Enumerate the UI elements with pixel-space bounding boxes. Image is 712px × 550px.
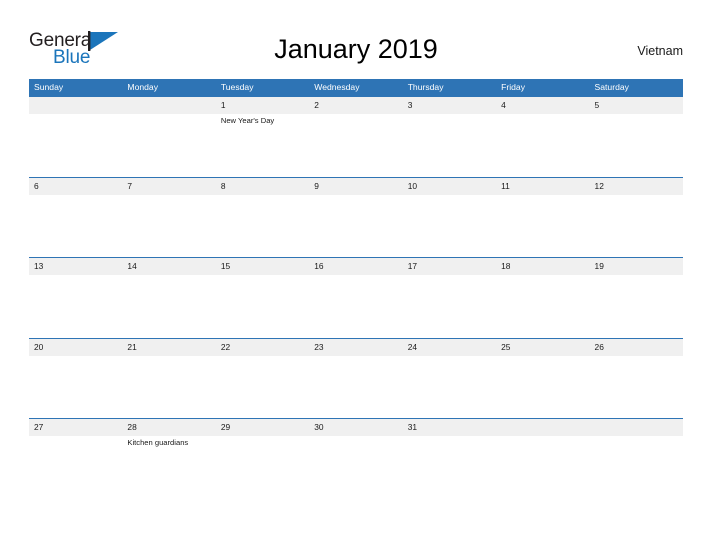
- day-number: 7: [127, 180, 133, 191]
- day-cell-25[interactable]: 25: [496, 339, 589, 419]
- calendar-grid: Sunday Monday Tuesday Wednesday Thursday Frid…: [29, 79, 683, 499]
- day-number: 1: [220, 100, 226, 110]
- weekday-header-friday: Friday: [501, 82, 525, 92]
- day-number: 31: [407, 422, 418, 432]
- day-number: 9: [314, 180, 319, 191]
- week-cells: 13 14 15 16 17 18 19: [29, 258, 683, 338]
- day-cell-17[interactable]: 17: [403, 258, 496, 338]
- event-item: New Year's Day: [220, 116, 275, 125]
- day-cell-empty: [496, 419, 589, 499]
- weekday-header-monday: Monday: [127, 82, 158, 92]
- page-header: General Blue January 2019 Vietnam: [0, 0, 712, 79]
- day-cell-empty: [122, 97, 215, 177]
- day-cell-27[interactable]: 27: [29, 419, 122, 499]
- day-cell-14[interactable]: 14: [122, 258, 215, 338]
- day-cell-6[interactable]: 6: [29, 178, 122, 258]
- day-number: 4: [501, 100, 506, 110]
- week-row: 27 28 Kitchen guardians 29 30 31: [29, 418, 683, 499]
- week-row: 13 14 15 16 17 18 19: [29, 257, 683, 338]
- weekday-header-saturday: Saturday: [594, 82, 629, 92]
- day-number: [127, 97, 215, 114]
- day-number: 15: [220, 261, 231, 271]
- week-row: 6 7 8 9 10 11 12: [29, 176, 683, 258]
- day-number: 24: [407, 341, 418, 352]
- day-cell-12[interactable]: 12: [590, 178, 683, 258]
- day-number: 25: [501, 341, 511, 352]
- country-label: Vietnam: [637, 44, 683, 58]
- day-cell-28[interactable]: 28 Kitchen guardians: [122, 419, 215, 499]
- day-cell-16[interactable]: 16: [309, 258, 402, 338]
- weekday-header-row: Sunday Monday Tuesday Wednesday Thursday Frid…: [29, 79, 683, 96]
- week-cells: 1 New Year's Day 2 3 4 5: [29, 97, 683, 177]
- page-title: January 2019: [274, 34, 438, 64]
- day-cell-empty: [590, 419, 683, 499]
- day-number: 28: [127, 422, 137, 432]
- day-number: 21: [127, 341, 137, 352]
- day-cell-5[interactable]: 5: [590, 97, 683, 177]
- day-number: 10: [407, 180, 418, 191]
- day-number: 13: [34, 261, 44, 271]
- week-row: 1 New Year's Day 2 3 4 5: [29, 96, 683, 177]
- day-cell-31[interactable]: 31: [403, 419, 496, 499]
- day-cell-7[interactable]: 7: [122, 178, 215, 258]
- day-cell-1[interactable]: 1 New Year's Day: [216, 97, 309, 177]
- day-number: 20: [34, 341, 44, 352]
- week-rows-container: 1 New Year's Day 2 3 4 5 6 7 8 9 10 11 12 13 14 15 16 17 1…: [29, 96, 683, 499]
- day-cell-20[interactable]: 20: [29, 339, 122, 419]
- day-cell-21[interactable]: 21: [122, 339, 215, 419]
- day-cell-22[interactable]: 22: [216, 339, 309, 419]
- day-cell-15[interactable]: 15: [216, 258, 309, 338]
- day-number: 14: [127, 261, 137, 271]
- day-cell-18[interactable]: 18: [496, 258, 589, 338]
- day-cell-13[interactable]: 13: [29, 258, 122, 338]
- day-number: 30: [314, 422, 324, 432]
- day-cell-24[interactable]: 24: [403, 339, 496, 419]
- day-cell-8[interactable]: 8: [216, 178, 309, 258]
- event-item: Kitchen guardians: [127, 438, 189, 447]
- day-number: 8: [220, 180, 226, 191]
- week-cells: 6 7 8 9 10 11 12: [29, 178, 683, 258]
- day-number: 2: [314, 100, 319, 110]
- week-cells: 20 21 22 23 24 25 26: [29, 339, 683, 419]
- day-cell-9[interactable]: 9: [309, 178, 402, 258]
- day-number: 6: [34, 180, 39, 191]
- day-number: 17: [407, 261, 418, 271]
- day-number: 22: [220, 341, 231, 352]
- day-number: [595, 419, 683, 436]
- day-cell-3[interactable]: 3: [403, 97, 496, 177]
- day-number: 18: [501, 261, 511, 271]
- day-number: 29: [220, 422, 231, 432]
- weekday-header-tuesday: Tuesday: [220, 82, 254, 92]
- day-cell-26[interactable]: 26: [590, 339, 683, 419]
- day-cell-empty: [29, 97, 122, 177]
- day-number: [34, 97, 122, 114]
- day-number: [501, 419, 589, 436]
- day-number: 12: [594, 180, 604, 191]
- day-number: 26: [594, 341, 604, 352]
- day-number: 3: [407, 100, 413, 110]
- day-events: New Year's Day: [221, 114, 309, 126]
- day-cell-30[interactable]: 30: [309, 419, 402, 499]
- day-cell-23[interactable]: 23: [309, 339, 402, 419]
- day-number: 16: [314, 261, 324, 271]
- day-number: 27: [34, 422, 44, 432]
- day-number: 11: [501, 180, 510, 191]
- day-number: 23: [314, 341, 324, 352]
- weekday-header-sunday: Sunday: [34, 82, 64, 92]
- day-cell-29[interactable]: 29: [216, 419, 309, 499]
- day-cell-19[interactable]: 19: [590, 258, 683, 338]
- day-cell-4[interactable]: 4: [496, 97, 589, 177]
- day-cell-11[interactable]: 11: [496, 178, 589, 258]
- day-events: Kitchen guardians: [127, 436, 215, 448]
- week-row: 20 21 22 23 24 25 26: [29, 337, 683, 419]
- day-cell-2[interactable]: 2: [309, 97, 402, 177]
- day-number: 5: [594, 100, 600, 110]
- weekday-header-wednesday: Wednesday: [314, 82, 360, 92]
- weekday-header-thursday: Thursday: [407, 82, 444, 92]
- day-cell-10[interactable]: 10: [403, 178, 496, 258]
- week-cells: 27 28 Kitchen guardians 29 30 31: [29, 419, 683, 499]
- day-number: 19: [594, 261, 604, 271]
